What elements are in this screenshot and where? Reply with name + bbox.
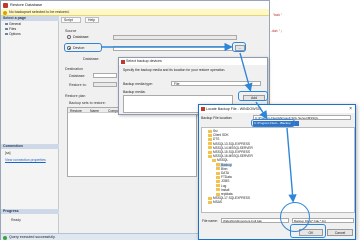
arrow-browse-to-add	[239, 52, 253, 92]
arrow-path-to-file	[286, 127, 297, 203]
tutorial-arrows	[102, 42, 297, 203]
arrow-add-to-path	[255, 101, 268, 120]
